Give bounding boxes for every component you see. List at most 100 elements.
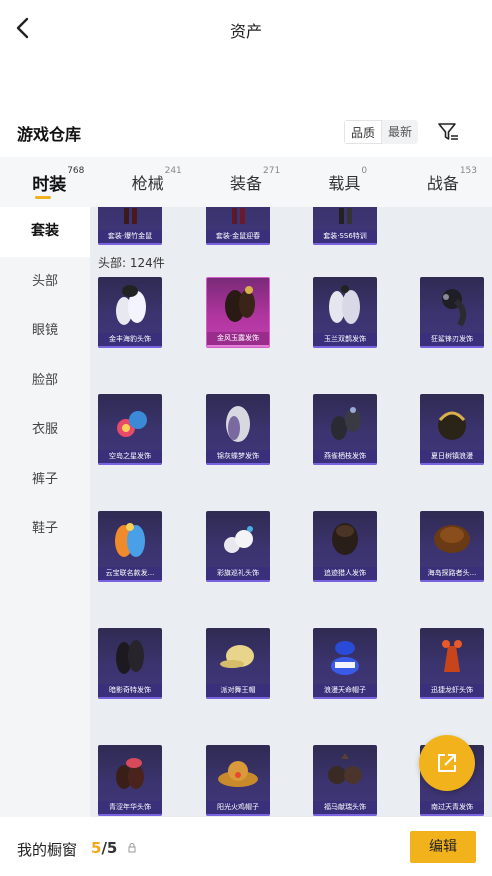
item-label: 空岛之星发饰 — [98, 450, 162, 463]
hair-accessory-icon — [329, 285, 360, 324]
outfit-thumbnail-icon — [124, 208, 137, 224]
item-card[interactable]: 海岛探路者头... — [420, 511, 484, 582]
filter-button[interactable] — [437, 121, 459, 143]
hat-icon — [220, 645, 254, 668]
item-card[interactable]: 阳光火鸡帽子 — [206, 745, 270, 816]
item-label: 套装·SS6特训 — [313, 230, 377, 243]
item-label: 青涩年华头饰 — [98, 801, 162, 814]
item-card[interactable]: 派对舞王帽 — [206, 628, 270, 699]
edit-button[interactable]: 编辑 — [410, 831, 476, 863]
item-card[interactable]: 燕雀栖枝发饰 — [313, 394, 377, 465]
hair-accessory-icon — [332, 523, 358, 555]
tab-vehicles[interactable]: 载具 0 — [295, 157, 393, 207]
outfit-thumbnail-icon — [232, 208, 245, 224]
tab-label: 装备 — [230, 174, 263, 193]
item-card[interactable]: 云宝联名款发... — [98, 511, 162, 582]
tab-count: 271 — [263, 166, 281, 176]
item-label: 狂鲨锋刃发饰 — [420, 333, 484, 346]
hair-accessory-icon — [224, 526, 253, 553]
tab-equipment[interactable]: 装备 271 — [197, 157, 295, 207]
sidebar-item-shoes[interactable]: 鞋子 — [0, 504, 90, 554]
item-card[interactable]: 金丰海豹头饰 — [98, 277, 162, 348]
hair-accessory-icon — [116, 640, 144, 674]
item-label: 派对舞王帽 — [206, 684, 270, 697]
item-card[interactable]: 夏日树镇浪漫 — [420, 394, 484, 465]
rarity-bar — [420, 463, 484, 465]
item-label: 浪漫天命帽子 — [313, 684, 377, 697]
rarity-bar — [420, 814, 484, 816]
rarity-bar — [313, 463, 377, 465]
hair-accessory-icon — [331, 407, 361, 440]
tab-label: 战备 — [426, 174, 459, 193]
share-button[interactable] — [419, 735, 475, 791]
item-card[interactable]: 浪漫天命帽子 — [313, 628, 377, 699]
hair-accessory-icon — [442, 640, 462, 672]
hair-accessory-icon — [117, 411, 147, 437]
item-label: 彩旗巡礼头饰 — [206, 567, 270, 580]
tab-supplies[interactable]: 战备 153 — [394, 157, 492, 207]
showcase-total: /5 — [101, 839, 118, 857]
page-title: 资产 — [229, 22, 262, 41]
subcategory-sidebar: 套装 头部 眼镜 脸部 衣服 裤子 鞋子 — [0, 207, 90, 817]
sidebar-item-glasses[interactable]: 眼镜 — [0, 306, 90, 356]
hair-accessory-icon — [116, 758, 144, 789]
item-card[interactable]: 锦灰蝶梦发饰 — [206, 394, 270, 465]
item-label: 金丰海豹头饰 — [98, 333, 162, 346]
item-label: 南过天青发饰 — [420, 801, 484, 814]
item-card[interactable]: 狂鲨锋刃发饰 — [420, 277, 484, 348]
item-card[interactable]: 套装·金鼠迎春 — [206, 207, 270, 245]
item-label: 云宝联名款发... — [98, 567, 162, 580]
sidebar-item-pants[interactable]: 裤子 — [0, 455, 90, 505]
item-label: 阳光火鸡帽子 — [206, 801, 270, 814]
item-card[interactable]: 彩旗巡礼头饰 — [206, 511, 270, 582]
item-card[interactable]: 迅捷龙虾头饰 — [420, 628, 484, 699]
tab-fashion[interactable]: 时装 768 — [0, 157, 98, 207]
sidebar-item-outfit[interactable]: 套装 — [0, 207, 90, 257]
rarity-bar — [206, 463, 270, 465]
item-card[interactable]: 套装·SS6特训 — [313, 207, 377, 245]
item-card[interactable]: 金风玉露发饰 — [206, 277, 270, 348]
tab-count: 153 — [459, 166, 478, 176]
rarity-bar — [420, 580, 484, 582]
rarity-bar — [313, 697, 377, 699]
sidebar-item-head[interactable]: 头部 — [0, 257, 90, 307]
hair-accessory-icon — [434, 525, 470, 553]
item-label: 燕雀栖枝发饰 — [313, 450, 377, 463]
item-label: 套装·爆竹金鼠 — [98, 230, 162, 243]
showcase-bar: 我的橱窗 5/5 编辑 — [0, 817, 492, 876]
rarity-bar — [98, 697, 162, 699]
showcase-count: 5/5 — [91, 839, 117, 857]
hair-accessory-icon — [438, 411, 466, 440]
sort-newest-button[interactable]: 最新 — [382, 120, 418, 144]
item-label: 玉兰双鹊发饰 — [313, 333, 377, 346]
item-card[interactable]: 玉兰双鹊发饰 — [313, 277, 377, 348]
rarity-bar — [98, 243, 162, 245]
rarity-bar — [206, 697, 270, 699]
sidebar-item-clothes[interactable]: 衣服 — [0, 405, 90, 455]
item-card[interactable]: 空岛之星发饰 — [98, 394, 162, 465]
rarity-bar — [207, 345, 269, 347]
tab-firearms[interactable]: 枪械 241 — [98, 157, 196, 207]
item-card[interactable]: 福马献瑞头饰 — [313, 745, 377, 816]
tab-count: 241 — [164, 166, 182, 176]
item-label: 暗影奇特发饰 — [98, 684, 162, 697]
active-tab-indicator — [35, 196, 52, 199]
rarity-bar — [206, 814, 270, 816]
hair-accessory-icon — [115, 523, 145, 557]
item-label: 夏日树镇浪漫 — [420, 450, 484, 463]
sidebar-item-face[interactable]: 脸部 — [0, 356, 90, 406]
item-label: 锦灰蝶梦发饰 — [206, 450, 270, 463]
lock-icon — [128, 843, 136, 853]
top-bar: 资产 — [0, 0, 492, 58]
rarity-bar — [98, 814, 162, 816]
item-card[interactable]: 套装·爆竹金鼠 — [98, 207, 162, 245]
rarity-bar — [98, 580, 162, 582]
tab-label: 时装 — [32, 174, 67, 195]
item-card[interactable]: 追迹猎人发饰 — [313, 511, 377, 582]
item-card[interactable]: 青涩年华头饰 — [98, 745, 162, 816]
item-label: 金风玉露发饰 — [207, 332, 269, 345]
rarity-bar — [98, 463, 162, 465]
filter-icon — [438, 123, 458, 140]
sort-quality-button[interactable]: 品质 — [344, 120, 383, 144]
item-card[interactable]: 暗影奇特发饰 — [98, 628, 162, 699]
